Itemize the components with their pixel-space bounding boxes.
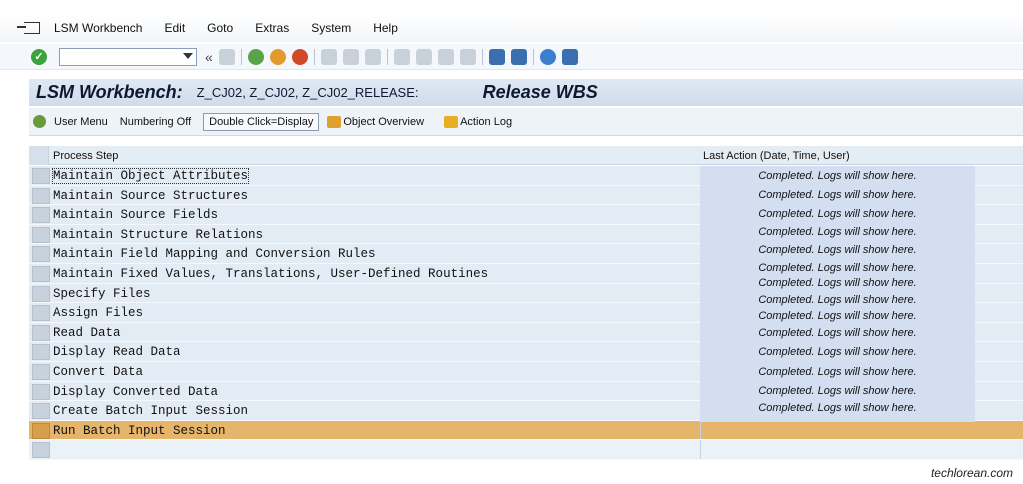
log-text: Completed. Logs will show here. bbox=[758, 208, 917, 220]
menu-help[interactable]: Help bbox=[373, 21, 398, 35]
log-text: Completed. Logs will show here. bbox=[758, 346, 917, 358]
log-text: Completed. Logs will show here. bbox=[758, 294, 917, 306]
process-step[interactable]: Maintain Field Mapping and Conversion Ru… bbox=[53, 247, 376, 261]
row-selector[interactable] bbox=[32, 168, 50, 184]
action-log-button[interactable]: Action Log bbox=[460, 116, 512, 128]
process-step[interactable]: Convert Data bbox=[53, 365, 143, 379]
header-process-step[interactable]: Process Step bbox=[53, 150, 118, 162]
row-selector[interactable] bbox=[32, 442, 50, 459]
create-session-icon[interactable] bbox=[488, 48, 505, 65]
row-selector[interactable] bbox=[32, 403, 50, 420]
page-title: LSM Workbench: Z_CJ02, Z_CJ02, Z_CJ02_RE… bbox=[29, 79, 1023, 106]
numbering-off-button[interactable]: Numbering Off bbox=[120, 116, 191, 128]
save-icon[interactable] bbox=[218, 48, 235, 65]
log-text: Completed. Logs will show here. bbox=[758, 226, 917, 238]
row-selector[interactable] bbox=[32, 187, 50, 204]
log-text: Completed. Logs will show here. bbox=[758, 189, 917, 201]
log-text: Completed. Logs will show here. bbox=[758, 277, 917, 289]
sap-window: LSM Workbench Edit Goto Extras System He… bbox=[0, 0, 1023, 484]
process-step[interactable]: Create Batch Input Session bbox=[53, 404, 248, 418]
toolbar-separator bbox=[532, 48, 534, 65]
chevron-down-icon[interactable] bbox=[183, 52, 193, 59]
log-text: Completed. Logs will show here. bbox=[758, 402, 917, 414]
next-page-icon[interactable] bbox=[437, 48, 454, 65]
log-text: Completed. Logs will show here. bbox=[758, 262, 917, 274]
log-text: Completed. Logs will show here. bbox=[758, 244, 917, 256]
action-log-icon[interactable] bbox=[444, 115, 459, 128]
menu-goto[interactable]: Goto bbox=[207, 21, 233, 35]
table-row-selected[interactable]: Run Batch Input Session bbox=[29, 420, 1023, 441]
title-object: Release WBS bbox=[482, 82, 598, 102]
title-app: LSM Workbench: bbox=[36, 82, 183, 102]
first-page-icon[interactable] bbox=[393, 48, 410, 65]
object-overview-icon[interactable] bbox=[327, 115, 342, 128]
process-step[interactable]: Read Data bbox=[53, 326, 121, 340]
find-next-icon[interactable] bbox=[364, 48, 381, 65]
log-text: Completed. Logs will show here. bbox=[758, 310, 917, 322]
process-step[interactable]: Display Read Data bbox=[53, 345, 181, 359]
exit-icon[interactable] bbox=[269, 48, 286, 65]
last-page-icon[interactable] bbox=[459, 48, 476, 65]
row-selector[interactable] bbox=[32, 364, 50, 380]
exit-menu-icon[interactable] bbox=[17, 22, 40, 34]
enter-icon[interactable]: ✓ bbox=[31, 48, 47, 65]
log-text: Completed. Logs will show here. bbox=[758, 385, 917, 397]
find-icon[interactable] bbox=[342, 48, 359, 65]
table-row-empty bbox=[29, 440, 1023, 460]
process-step[interactable]: Run Batch Input Session bbox=[53, 424, 226, 438]
row-selector[interactable] bbox=[32, 207, 50, 224]
double-click-display-button[interactable]: Double Click=Display bbox=[203, 112, 320, 131]
menu-edit[interactable]: Edit bbox=[164, 21, 185, 35]
process-steps-table: Process Step Last Action (Date, Time, Us… bbox=[29, 146, 1023, 464]
application-toolbar: User Menu Numbering Off Double Click=Dis… bbox=[29, 108, 1023, 136]
object-overview-button[interactable]: Object Overview bbox=[343, 116, 424, 128]
process-step[interactable]: Assign Files bbox=[53, 306, 143, 320]
toolbar-separator bbox=[240, 48, 242, 65]
shortcut-icon[interactable] bbox=[510, 48, 527, 65]
print-icon[interactable] bbox=[320, 48, 337, 65]
toolbar-separator bbox=[481, 48, 483, 65]
menu-lsm-workbench[interactable]: LSM Workbench bbox=[54, 21, 142, 35]
row-selector[interactable] bbox=[32, 246, 50, 263]
menu-bar: LSM Workbench Edit Goto Extras System He… bbox=[0, 14, 1023, 42]
cancel-icon[interactable] bbox=[291, 48, 308, 65]
help-icon[interactable] bbox=[539, 48, 556, 65]
header-last-action[interactable]: Last Action (Date, Time, User) bbox=[703, 150, 850, 162]
log-text: Completed. Logs will show here. bbox=[758, 170, 917, 182]
menu-system[interactable]: System bbox=[311, 21, 351, 35]
row-selector[interactable] bbox=[32, 324, 50, 341]
menu-extras[interactable]: Extras bbox=[255, 21, 289, 35]
log-text: Completed. Logs will show here. bbox=[758, 366, 917, 378]
row-selector[interactable] bbox=[32, 383, 50, 400]
prev-page-icon[interactable] bbox=[415, 48, 432, 65]
process-step[interactable]: Maintain Structure Relations bbox=[53, 228, 263, 242]
user-menu-button[interactable]: User Menu bbox=[54, 116, 108, 128]
log-text: Completed. Logs will show here. bbox=[758, 327, 917, 339]
command-field[interactable] bbox=[59, 47, 197, 66]
standard-toolbar: ✓ « bbox=[0, 44, 1023, 70]
row-selector[interactable] bbox=[32, 305, 50, 322]
watermark: techlorean.com bbox=[930, 466, 1013, 480]
row-selector[interactable] bbox=[32, 266, 50, 282]
row-selector[interactable] bbox=[32, 422, 50, 439]
row-selector[interactable] bbox=[32, 226, 50, 243]
select-all-cell[interactable] bbox=[29, 146, 49, 165]
double-chevron-icon[interactable]: « bbox=[205, 49, 213, 65]
process-step[interactable]: Maintain Source Fields bbox=[53, 208, 218, 222]
toolbar-separator bbox=[313, 48, 315, 65]
process-step[interactable]: Display Converted Data bbox=[53, 385, 218, 399]
process-step[interactable]: Specify Files bbox=[53, 287, 151, 301]
row-selector[interactable] bbox=[32, 344, 50, 361]
process-step[interactable]: Maintain Fixed Values, Translations, Use… bbox=[53, 267, 488, 281]
customize-icon[interactable] bbox=[561, 48, 578, 65]
user-menu-icon[interactable] bbox=[33, 115, 46, 128]
row-selector[interactable] bbox=[32, 285, 50, 302]
title-project: Z_CJ02, Z_CJ02, Z_CJ02_RELEASE: bbox=[196, 85, 419, 100]
process-step[interactable]: Maintain Object Attributes bbox=[51, 168, 250, 184]
process-step[interactable]: Maintain Source Structures bbox=[53, 189, 248, 203]
back-icon[interactable] bbox=[247, 48, 264, 65]
table-header: Process Step Last Action (Date, Time, Us… bbox=[29, 146, 1023, 165]
toolbar-separator bbox=[386, 48, 388, 65]
